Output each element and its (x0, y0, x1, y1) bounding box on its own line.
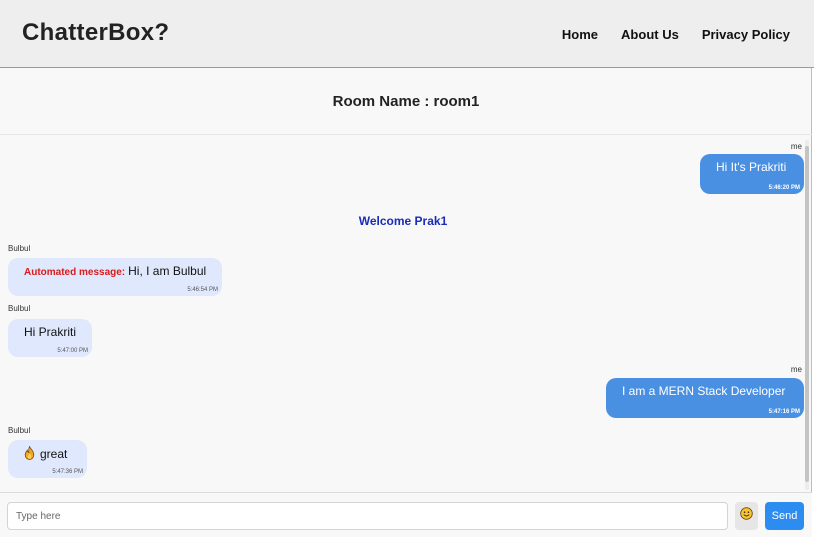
message-content: great (24, 445, 73, 461)
message-time: 5:46:20 PM (768, 185, 800, 191)
nav-links: Home About Us Privacy Policy (562, 27, 790, 42)
message-sender: me (790, 142, 802, 151)
message-content: Automated message: Hi, I am Bulbul (24, 264, 208, 278)
navbar: ChatterBox? Home About Us Privacy Policy (0, 0, 814, 68)
message-bubble-own: I am a MERN Stack Developer 5:47:16 PM (606, 378, 804, 418)
send-button[interactable]: Send (765, 502, 804, 530)
message-input[interactable] (7, 502, 728, 530)
message-text: Hi It's Prakriti (716, 160, 787, 174)
message-sender: Bulbul (8, 304, 31, 313)
message-list[interactable]: me Hi It's Prakriti 5:46:20 PM Welcome P… (0, 136, 806, 492)
message-sender: me (790, 365, 802, 374)
emoji-button[interactable] (735, 502, 758, 530)
message-sender: Bulbul (8, 244, 31, 253)
automated-message-label: Automated message: (24, 267, 126, 278)
message-bubble-own: Hi It's Prakriti 5:46:20 PM (700, 154, 804, 194)
nav-link-about-us[interactable]: About Us (621, 27, 679, 42)
message-text: Hi Prakriti (24, 325, 77, 339)
scrollbar-thumb[interactable] (805, 146, 809, 482)
nav-link-privacy-policy[interactable]: Privacy Policy (702, 27, 790, 42)
smiley-icon (740, 507, 753, 525)
message-text: I am a MERN Stack Developer (622, 384, 786, 398)
message-text: great (40, 447, 68, 461)
chat-panel: Room Name : room1 me Hi It's Prakriti 5:… (0, 68, 812, 537)
message-bubble-other: great 5:47:36 PM (8, 440, 87, 478)
message-time: 5:47:16 PM (768, 409, 800, 415)
system-welcome-message: Welcome Prak1 (358, 214, 448, 228)
brand-logo[interactable]: ChatterBox? (22, 19, 169, 47)
message-bubble-other: Automated message: Hi, I am Bulbul 5:46:5… (8, 258, 222, 296)
message-composer: Send (0, 492, 812, 537)
message-bubble-other: Hi Prakriti 5:47:00 PM (8, 319, 92, 357)
message-time: 5:46:54 PM (187, 287, 218, 293)
nav-link-home[interactable]: Home (562, 27, 598, 42)
message-time: 5:47:36 PM (52, 469, 83, 475)
message-time: 5:47:00 PM (57, 348, 88, 354)
fire-icon (24, 445, 35, 460)
room-title: Room Name : room1 (0, 68, 812, 135)
message-text: Hi, I am Bulbul (128, 264, 207, 278)
message-sender: Bulbul (8, 426, 31, 435)
